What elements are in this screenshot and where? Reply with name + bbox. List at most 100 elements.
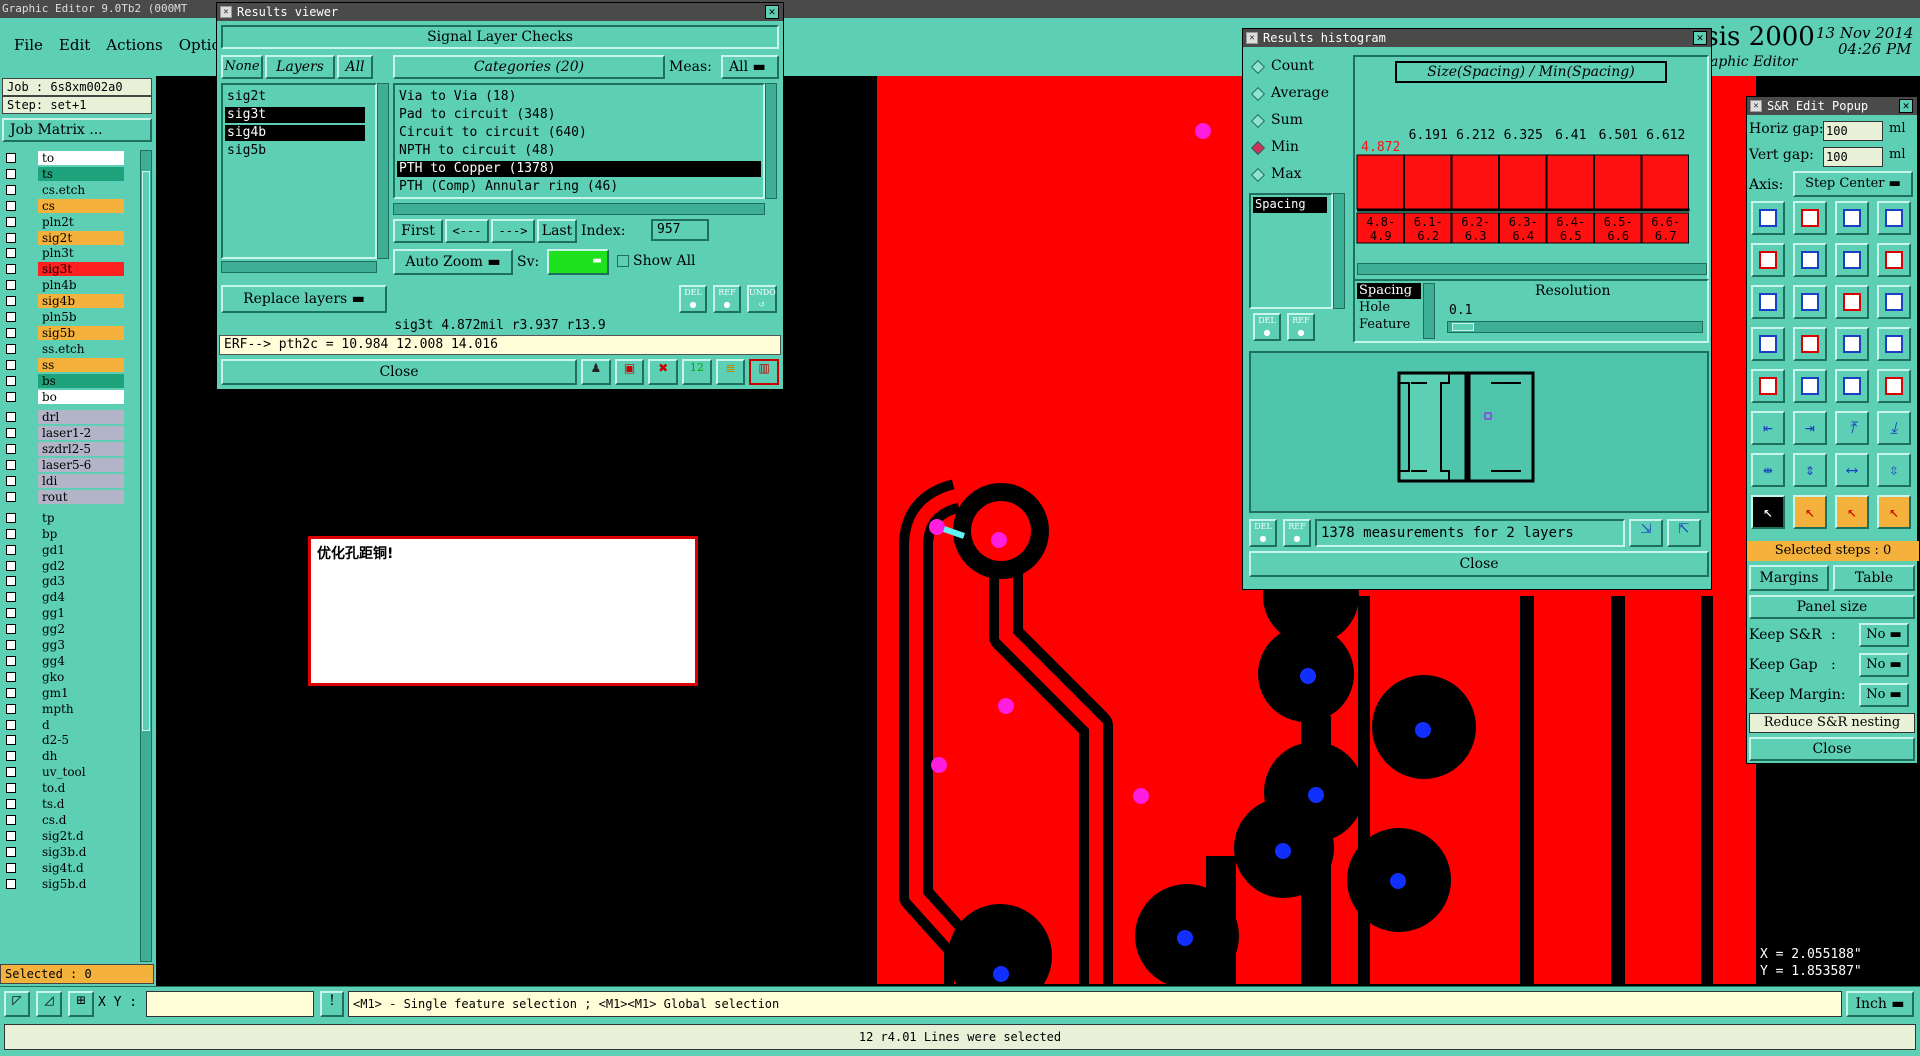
sr-tool-icon[interactable] [1835, 201, 1869, 235]
none-button[interactable]: None [221, 55, 263, 79]
layer-checkbox[interactable] [6, 491, 16, 502]
sr-tool-icon[interactable] [1877, 327, 1911, 361]
undo-icon[interactable]: UNDO ↺ [747, 285, 777, 313]
layer-name[interactable]: gd1 [38, 542, 124, 557]
axis-dropdown[interactable]: Step Center ▬ [1793, 171, 1913, 197]
layer-row[interactable]: pln5b [2, 309, 130, 325]
menu-actions[interactable]: Actions [106, 36, 162, 54]
layer-name[interactable]: d2-5 [38, 733, 124, 748]
layer-checkbox[interactable] [6, 878, 16, 889]
layer-checkbox[interactable] [6, 592, 16, 603]
layer-name[interactable]: cs [38, 198, 124, 213]
show-all-checkbox[interactable] [617, 255, 629, 267]
layer-row[interactable]: pln4b [2, 277, 130, 293]
layer-checkbox[interactable] [6, 846, 16, 857]
tool-zoom-icon[interactable]: ◿ [36, 991, 62, 1017]
category-hscrollbar[interactable] [393, 203, 765, 215]
all-button[interactable]: All [337, 55, 373, 79]
window-menu-icon[interactable]: ✕ [1750, 100, 1762, 112]
last-button[interactable]: Last [537, 219, 577, 243]
type-scrollbar[interactable] [1423, 283, 1435, 339]
layer-checkbox[interactable] [6, 375, 16, 386]
sr-tool-icon[interactable] [1877, 285, 1911, 319]
layer-checkbox[interactable] [6, 528, 16, 539]
layer-name[interactable]: tp [38, 510, 124, 525]
layer-checkbox[interactable] [6, 783, 16, 794]
layer-name[interactable]: pln3t [38, 246, 124, 261]
report-icon[interactable]: ▣ [614, 359, 645, 385]
layer-name[interactable]: mpth [38, 701, 124, 716]
layer-checkbox[interactable] [6, 719, 16, 730]
layer-row[interactable]: gg4 [2, 653, 130, 669]
layer-checkbox[interactable] [6, 280, 16, 291]
category-item[interactable]: PTH (Comp) Annular ring (46) [397, 179, 761, 195]
person-icon[interactable]: ♟ [581, 359, 611, 385]
layer-checkbox[interactable] [6, 735, 16, 746]
close-icon[interactable]: ✕ [765, 5, 779, 19]
layer-row[interactable]: gd1 [2, 542, 130, 558]
list-icon[interactable]: ≣ [715, 359, 746, 385]
histogram-bar[interactable] [1499, 154, 1547, 210]
alert-icon[interactable]: ! [320, 991, 344, 1017]
tool-grid-icon[interactable]: ⊞ [68, 991, 94, 1017]
del-icon[interactable]: DEL ● [679, 285, 707, 313]
layer-checkbox[interactable] [6, 830, 16, 841]
layer-row[interactable]: cs.d [2, 812, 130, 828]
layer-name[interactable]: gm1 [38, 685, 124, 700]
layer-checkbox[interactable] [6, 460, 16, 471]
meas-dropdown[interactable]: All ▬ [721, 55, 779, 79]
layer-checkbox[interactable] [6, 359, 16, 370]
hist-ref-icon[interactable]: REF ● [1287, 313, 1315, 341]
tool-select-icon[interactable]: ◸ [4, 991, 30, 1017]
histogram-bar[interactable] [1594, 154, 1642, 210]
preview-del-icon[interactable]: DEL ● [1249, 519, 1277, 547]
categories-button[interactable]: Categories (20) [393, 55, 665, 79]
sr-tool-icon[interactable] [1877, 369, 1911, 403]
results-layer-list[interactable]: sig2t sig3t sig4b sig5b [221, 83, 377, 259]
layer-name[interactable]: pln4b [38, 278, 124, 293]
layer-row[interactable]: d [2, 717, 130, 733]
sr-tool-icon[interactable]: ↖ [1877, 495, 1911, 529]
layer-row[interactable]: sig2t.d [2, 828, 130, 844]
layer-row[interactable]: sig2t [2, 230, 130, 246]
layer-row[interactable]: gg2 [2, 621, 130, 637]
layer-name[interactable]: pln2t [38, 214, 124, 229]
window-menu-icon[interactable]: ✕ [1246, 32, 1258, 44]
layers-button[interactable]: Layers [265, 55, 335, 79]
keep-gap-dropdown[interactable]: No ▬ [1859, 653, 1909, 677]
histogram-item-spacing[interactable]: Spacing [1253, 197, 1327, 213]
category-item[interactable]: Circuit to circuit (640) [397, 125, 761, 141]
sr-tool-icon[interactable]: ↖ [1835, 495, 1869, 529]
layer-name[interactable]: gd3 [38, 574, 124, 589]
layer-row[interactable]: pln3t [2, 245, 130, 261]
layer-name[interactable]: gd4 [38, 590, 124, 605]
layer-name[interactable]: sig3b.d [38, 844, 124, 859]
layer-name[interactable]: ldi [38, 474, 124, 488]
layer-checkbox[interactable] [6, 671, 16, 682]
layer-name[interactable]: rout [38, 489, 124, 504]
layer-row[interactable]: gg3 [2, 637, 130, 653]
layer-name[interactable]: cs.etch [38, 182, 124, 197]
layer-name[interactable]: sig5b [38, 325, 124, 340]
histogram-item-list[interactable]: Spacing [1249, 193, 1333, 309]
layer-row[interactable]: mpth [2, 701, 130, 717]
sr-tool-icon[interactable]: ⤓ [1877, 411, 1911, 445]
layer-checkbox[interactable] [6, 184, 16, 195]
sr-tool-icon[interactable]: ⤒ [1835, 411, 1869, 445]
layer-checkbox[interactable] [6, 232, 16, 243]
layer-name[interactable]: to.d [38, 781, 124, 796]
sr-tool-icon[interactable] [1877, 201, 1911, 235]
histogram-bar[interactable] [1451, 154, 1499, 210]
auto-zoom-dropdown[interactable]: Auto Zoom ▬ [393, 249, 513, 275]
layer-checkbox[interactable] [6, 703, 16, 714]
layer-checkbox[interactable] [6, 624, 16, 635]
histogram-bar[interactable] [1641, 154, 1689, 210]
layer-name[interactable]: cs.d [38, 812, 124, 827]
layer-checkbox[interactable] [6, 560, 16, 571]
layer-row[interactable]: dh [2, 748, 130, 764]
layer-checkbox[interactable] [6, 814, 16, 825]
layer-row[interactable]: gd3 [2, 573, 130, 589]
sr-close-button[interactable]: Close [1749, 737, 1915, 761]
layer-name[interactable]: gd2 [38, 558, 124, 573]
keep-margin-dropdown[interactable]: No ▬ [1859, 683, 1909, 707]
